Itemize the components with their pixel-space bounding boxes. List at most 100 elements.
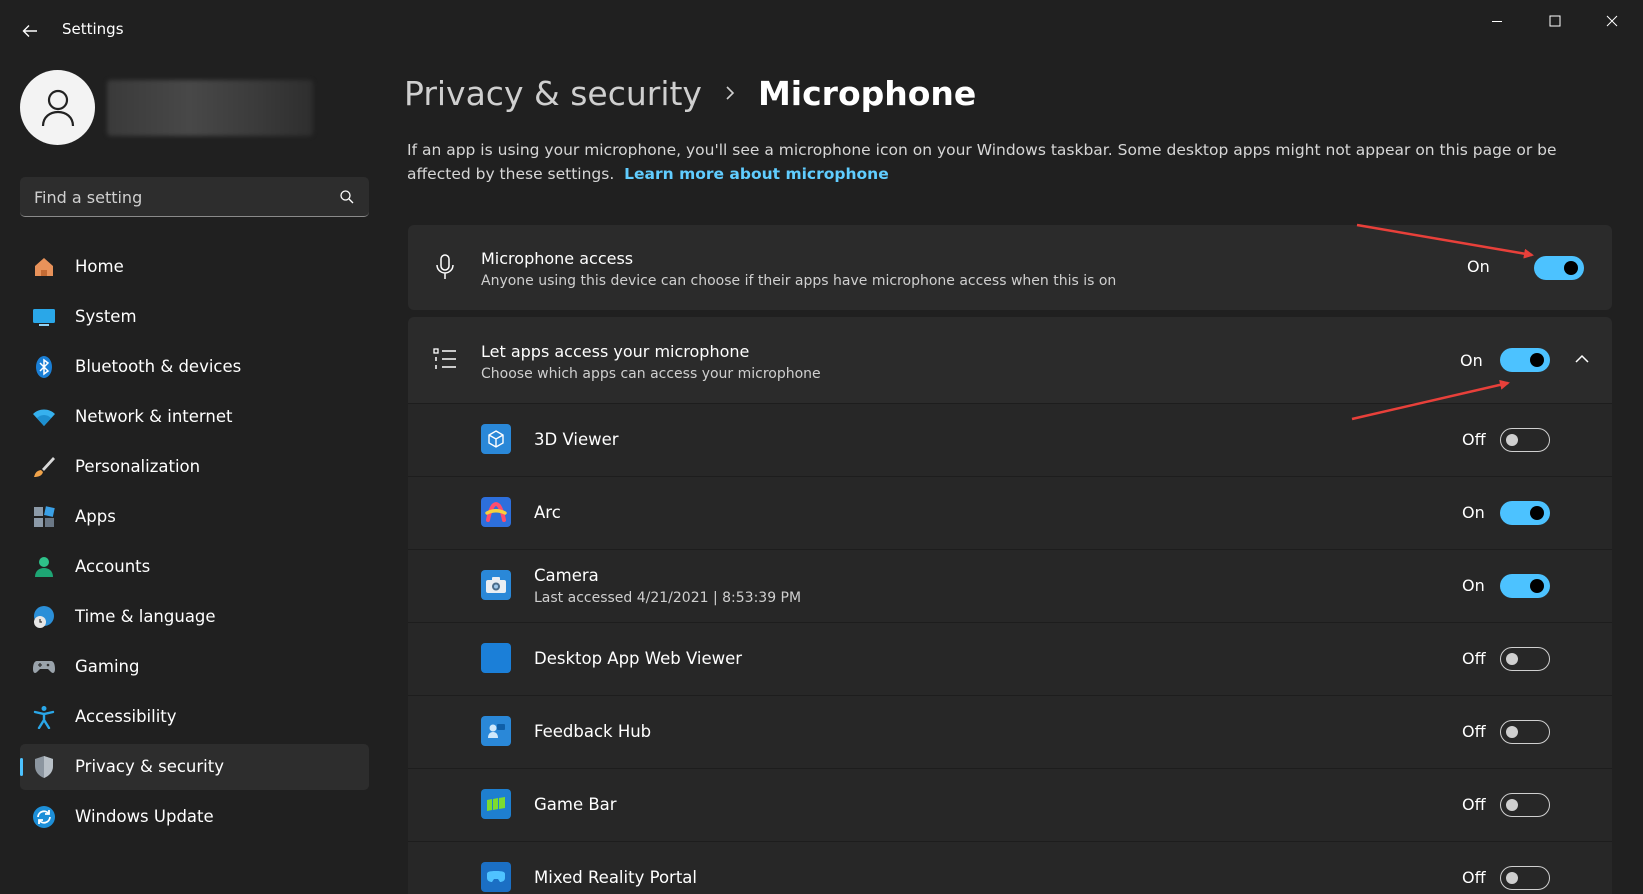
- minimize-icon: [1492, 21, 1502, 22]
- page-title: Microphone: [757, 73, 977, 113]
- system-icon: [32, 305, 56, 329]
- feedback-hub-icon: [481, 716, 511, 746]
- app-state: Off: [1462, 649, 1486, 668]
- back-arrow-icon: [22, 25, 37, 37]
- sidebar-item-label: Personalization: [75, 457, 201, 476]
- search-icon[interactable]: [338, 188, 356, 206]
- app-name: Game Bar: [534, 795, 617, 814]
- sidebar-item-label: System: [75, 307, 137, 326]
- close-button[interactable]: [1589, 6, 1635, 36]
- learn-more-link[interactable]: Learn more about microphone: [624, 165, 889, 183]
- sidebar-item-apps[interactable]: Apps: [20, 494, 369, 540]
- toggle-knob: [1564, 261, 1578, 275]
- app-state: Off: [1462, 795, 1486, 814]
- desktop-app-web-viewer-toggle[interactable]: [1500, 647, 1550, 671]
- let-apps-access-card[interactable]: Let apps access your microphone Choose w…: [408, 317, 1612, 403]
- sidebar-item-accounts[interactable]: Accounts: [20, 544, 369, 590]
- microphone-access-toggle[interactable]: [1534, 256, 1584, 280]
- search-box[interactable]: [20, 177, 369, 217]
- sidebar-item-privacy-security[interactable]: Privacy & security: [20, 744, 369, 790]
- sidebar-item-windows-update[interactable]: Windows Update: [20, 794, 369, 840]
- home-icon: [32, 255, 56, 279]
- toggle-knob: [1506, 726, 1518, 738]
- account-icon: [32, 555, 56, 579]
- update-icon: [32, 805, 56, 829]
- user-icon: [41, 89, 74, 126]
- let-apps-subtitle: Choose which apps can access your microp…: [481, 366, 821, 382]
- app-name: Desktop App Web Viewer: [534, 649, 743, 668]
- profile-name-redacted: [107, 80, 313, 136]
- toggle-knob: [1506, 799, 1518, 811]
- sidebar-item-label: Gaming: [75, 657, 140, 676]
- app-name: 3D Viewer: [534, 430, 619, 449]
- sidebar-item-label: Home: [75, 257, 124, 276]
- app-state: Off: [1462, 722, 1486, 741]
- feedback-hub-toggle[interactable]: [1500, 720, 1550, 744]
- back-button[interactable]: [14, 16, 46, 46]
- wifi-icon: [32, 405, 56, 429]
- mixed-reality-portal-toggle[interactable]: [1500, 866, 1550, 890]
- 3d-viewer-icon: [481, 424, 511, 454]
- let-apps-state: On: [1460, 351, 1483, 370]
- sidebar-item-time-language[interactable]: Time & language: [20, 594, 369, 640]
- sidebar-item-label: Time & language: [75, 607, 216, 626]
- app-name: Arc: [534, 503, 561, 522]
- toggle-knob: [1506, 434, 1518, 446]
- chevron-up-icon[interactable]: [1569, 346, 1595, 372]
- sidebar-item-bluetooth[interactable]: Bluetooth & devices: [20, 344, 369, 390]
- app-row-feedback-hub: Feedback Hub Off: [408, 695, 1612, 768]
- bluetooth-icon: [32, 355, 56, 379]
- sidebar-item-accessibility[interactable]: Accessibility: [20, 694, 369, 740]
- sidebar-item-system[interactable]: System: [20, 294, 369, 340]
- shield-icon: [32, 755, 56, 779]
- toggle-knob: [1530, 579, 1544, 593]
- microphone-access-title: Microphone access: [481, 249, 634, 268]
- let-apps-title: Let apps access your microphone: [481, 342, 750, 361]
- sidebar-item-label: Windows Update: [75, 807, 214, 826]
- close-icon: [1606, 15, 1618, 27]
- sidebar-item-personalization[interactable]: Personalization: [20, 444, 369, 490]
- sidebar-item-network[interactable]: Network & internet: [20, 394, 369, 440]
- app-row-mixed-reality-portal: Mixed Reality Portal Off: [408, 841, 1612, 894]
- microphone-access-state: On: [1467, 257, 1490, 276]
- app-row-arc: Arc On: [408, 476, 1612, 549]
- game-bar-toggle[interactable]: [1500, 793, 1550, 817]
- brush-icon: [32, 455, 56, 479]
- camera-toggle[interactable]: [1500, 574, 1550, 598]
- sidebar-item-home[interactable]: Home: [20, 244, 369, 290]
- microphone-access-card: Microphone access Anyone using this devi…: [408, 225, 1612, 310]
- arc-icon: [481, 497, 511, 527]
- app-name: Mixed Reality Portal: [534, 868, 697, 887]
- avatar[interactable]: [20, 70, 95, 145]
- title-bar: Settings: [0, 0, 1643, 60]
- toggle-knob: [1506, 653, 1518, 665]
- description-text: If an app is using your microphone, you'…: [407, 141, 1557, 183]
- sidebar-item-gaming[interactable]: Gaming: [20, 644, 369, 690]
- search-input[interactable]: [34, 185, 324, 209]
- toggle-knob: [1506, 872, 1518, 884]
- chevron-right-icon: [724, 85, 736, 101]
- app-name: Feedback Hub: [534, 722, 652, 741]
- toggle-knob: [1530, 506, 1544, 520]
- globe-clock-icon: [32, 605, 56, 629]
- minimize-button[interactable]: [1474, 6, 1520, 36]
- game-bar-icon: [481, 789, 511, 819]
- app-name: Camera: [534, 566, 599, 585]
- breadcrumb: Privacy & security Microphone: [404, 70, 976, 116]
- maximize-button[interactable]: [1532, 6, 1578, 36]
- let-apps-toggle[interactable]: [1500, 348, 1550, 372]
- camera-icon: [481, 570, 511, 600]
- apps-icon: [32, 505, 56, 529]
- page-description: If an app is using your microphone, you'…: [407, 138, 1577, 186]
- mixed-reality-icon: [481, 862, 511, 892]
- app-state: On: [1462, 576, 1485, 595]
- 3d-viewer-toggle[interactable]: [1500, 428, 1550, 452]
- settings-window: Settings Home System Bluetooth & devices: [0, 0, 1643, 894]
- breadcrumb-parent[interactable]: Privacy & security: [404, 74, 702, 113]
- sidebar-item-label: Privacy & security: [75, 757, 224, 776]
- arc-toggle[interactable]: [1500, 501, 1550, 525]
- app-title: Settings: [62, 20, 124, 38]
- accessibility-icon: [32, 705, 56, 729]
- app-row-game-bar: Game Bar Off: [408, 768, 1612, 841]
- web-viewer-icon: [481, 643, 511, 673]
